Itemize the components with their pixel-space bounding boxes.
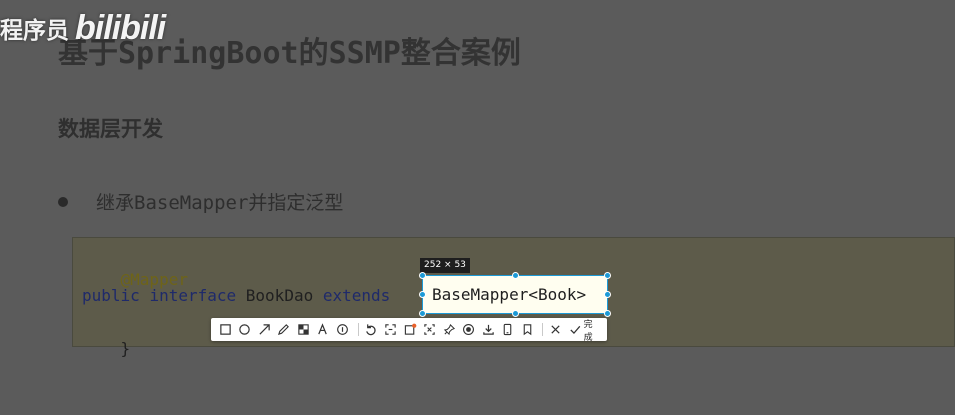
bilibili-logo: bilibili	[75, 8, 166, 47]
watermark-text: 程序员	[0, 18, 69, 44]
text-icon[interactable]	[315, 321, 332, 338]
translate-icon[interactable]	[402, 321, 419, 338]
close-brace: }	[120, 339, 131, 358]
resize-handle-tm[interactable]	[512, 272, 519, 279]
bookmark-icon[interactable]	[519, 321, 536, 338]
arrow-icon[interactable]	[256, 321, 273, 338]
selection-size-label: 252 × 53	[420, 258, 470, 273]
resize-handle-tr[interactable]	[604, 272, 611, 279]
toolbar-divider	[357, 323, 359, 336]
resize-handle-bl[interactable]	[419, 310, 426, 317]
bullet-item: 继承BaseMapper并指定泛型	[58, 188, 343, 215]
bullet-text: 继承BaseMapper并指定泛型	[96, 192, 344, 214]
resize-handle-br[interactable]	[604, 310, 611, 317]
phone-icon[interactable]	[499, 321, 516, 338]
close-icon[interactable]	[547, 321, 564, 338]
identifier-bookdao: BookDao	[245, 286, 314, 305]
download-icon[interactable]	[480, 321, 497, 338]
toolbar-divider	[542, 323, 544, 336]
done-label: 完成	[583, 319, 593, 343]
section-title: 数据层开发	[58, 117, 163, 141]
ocr-icon[interactable]	[382, 321, 399, 338]
resize-handle-ml[interactable]	[419, 291, 426, 298]
bullet-dot	[58, 196, 68, 207]
check-icon	[570, 325, 581, 335]
record-icon[interactable]	[460, 321, 477, 338]
code-line-3: }	[82, 320, 131, 377]
keyword-public: public	[82, 286, 140, 305]
pin-icon[interactable]	[441, 321, 458, 338]
pen-icon[interactable]	[276, 321, 293, 338]
undo-icon[interactable]	[363, 321, 380, 338]
ellipse-icon[interactable]	[237, 321, 254, 338]
rectangle-icon[interactable]	[217, 321, 234, 338]
scroll-capture-icon[interactable]	[421, 321, 438, 338]
mosaic-icon[interactable]	[295, 321, 312, 338]
keyword-extends: extends	[322, 286, 391, 305]
keyword-interface: interface	[149, 286, 237, 305]
selected-code-text: BaseMapper<Book>	[432, 285, 587, 304]
number-icon[interactable]	[334, 321, 351, 338]
resize-handle-tl[interactable]	[419, 272, 426, 279]
done-button[interactable]: 完成	[569, 317, 601, 343]
screenshot-toolbar: 完成	[211, 317, 607, 343]
resize-handle-bm[interactable]	[512, 310, 519, 317]
resize-handle-mr[interactable]	[604, 291, 611, 298]
bilibili-watermark: 程序员 bilibili	[0, 6, 166, 50]
capture-selection[interactable]: BaseMapper<Book>	[419, 272, 611, 317]
